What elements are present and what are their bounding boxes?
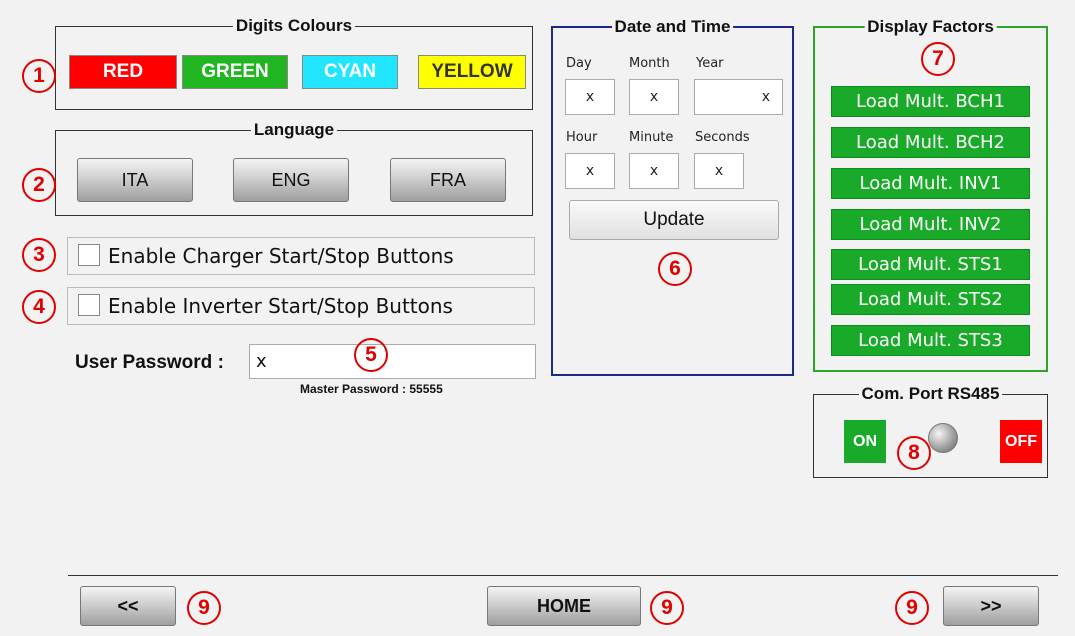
load-mult-sts1-button[interactable]: Load Mult. STS1 <box>831 249 1030 280</box>
month-label: Month <box>629 56 670 71</box>
seconds-field[interactable]: x <box>694 153 744 189</box>
user-password-value: x <box>256 351 267 372</box>
master-password-text: Master Password : 55555 <box>300 382 443 396</box>
load-mult-sts2-button[interactable]: Load Mult. STS2 <box>831 284 1030 315</box>
year-label: Year <box>696 56 724 71</box>
next-page-button[interactable]: >> <box>943 586 1039 626</box>
inverter-checkbox-label: Enable Inverter Start/Stop Buttons <box>108 294 453 318</box>
marker-5: 5 <box>354 338 388 372</box>
minute-field[interactable]: x <box>629 153 679 189</box>
red-colour-button[interactable]: RED <box>69 55 177 89</box>
year-field[interactable]: x <box>694 79 783 115</box>
load-mult-sts3-button[interactable]: Load Mult. STS3 <box>831 325 1030 356</box>
hour-label: Hour <box>566 130 598 145</box>
marker-3: 3 <box>22 238 56 272</box>
charger-checkbox[interactable] <box>78 244 100 266</box>
marker-7: 7 <box>921 42 955 76</box>
display-factors-title: Display Factors <box>864 17 997 37</box>
com-off-button[interactable]: OFF <box>1000 420 1042 463</box>
home-button[interactable]: HOME <box>487 586 641 626</box>
marker-6: 6 <box>658 252 692 286</box>
marker-9-home: 9 <box>650 591 684 625</box>
marker-1: 1 <box>22 59 56 93</box>
inverter-checkbox-row[interactable]: Enable Inverter Start/Stop Buttons <box>67 287 535 325</box>
load-mult-bch2-button[interactable]: Load Mult. BCH2 <box>831 127 1030 158</box>
com-port-title: Com. Port RS485 <box>858 384 1003 404</box>
update-button[interactable]: Update <box>569 200 779 240</box>
eng-button[interactable]: ENG <box>233 158 349 202</box>
day-label: Day <box>566 56 592 71</box>
prev-page-button[interactable]: << <box>80 586 176 626</box>
cyan-colour-button[interactable]: CYAN <box>302 55 398 89</box>
hour-field[interactable]: x <box>565 153 615 189</box>
com-on-button[interactable]: ON <box>844 420 886 463</box>
inverter-checkbox[interactable] <box>78 294 100 316</box>
language-title: Language <box>250 120 338 140</box>
minute-label: Minute <box>629 130 674 145</box>
marker-8: 8 <box>897 436 931 470</box>
marker-9-next: 9 <box>895 591 929 625</box>
marker-4: 4 <box>22 290 56 324</box>
fra-button[interactable]: FRA <box>390 158 506 202</box>
digits-colours-title: Digits Colours <box>232 16 356 36</box>
load-mult-inv2-button[interactable]: Load Mult. INV2 <box>831 209 1030 240</box>
date-time-panel: Date and Time Day Month Year x x x Hour … <box>551 17 794 376</box>
green-colour-button[interactable]: GREEN <box>182 55 288 89</box>
load-mult-inv1-button[interactable]: Load Mult. INV1 <box>831 168 1030 199</box>
language-panel: Language ITA ENG FRA <box>55 120 533 216</box>
date-time-title: Date and Time <box>611 17 734 37</box>
bottom-divider <box>68 575 1058 576</box>
com-status-led-icon <box>928 423 958 453</box>
charger-checkbox-row[interactable]: Enable Charger Start/Stop Buttons <box>67 237 535 275</box>
month-field[interactable]: x <box>629 79 679 115</box>
marker-2: 2 <box>22 168 56 202</box>
load-mult-bch1-button[interactable]: Load Mult. BCH1 <box>831 86 1030 117</box>
user-password-input[interactable]: x <box>249 344 536 379</box>
ita-button[interactable]: ITA <box>77 158 193 202</box>
day-field[interactable]: x <box>565 79 615 115</box>
user-password-label: User Password : <box>75 352 224 373</box>
yellow-colour-button[interactable]: YELLOW <box>418 55 526 89</box>
charger-checkbox-label: Enable Charger Start/Stop Buttons <box>108 244 454 268</box>
digits-colours-panel: Digits Colours RED GREEN CYAN YELLOW <box>55 16 533 110</box>
display-factors-panel: Display Factors <box>813 17 1048 372</box>
com-port-panel: Com. Port RS485 ON OFF <box>813 384 1048 478</box>
marker-9-prev: 9 <box>187 591 221 625</box>
seconds-label: Seconds <box>695 130 750 145</box>
